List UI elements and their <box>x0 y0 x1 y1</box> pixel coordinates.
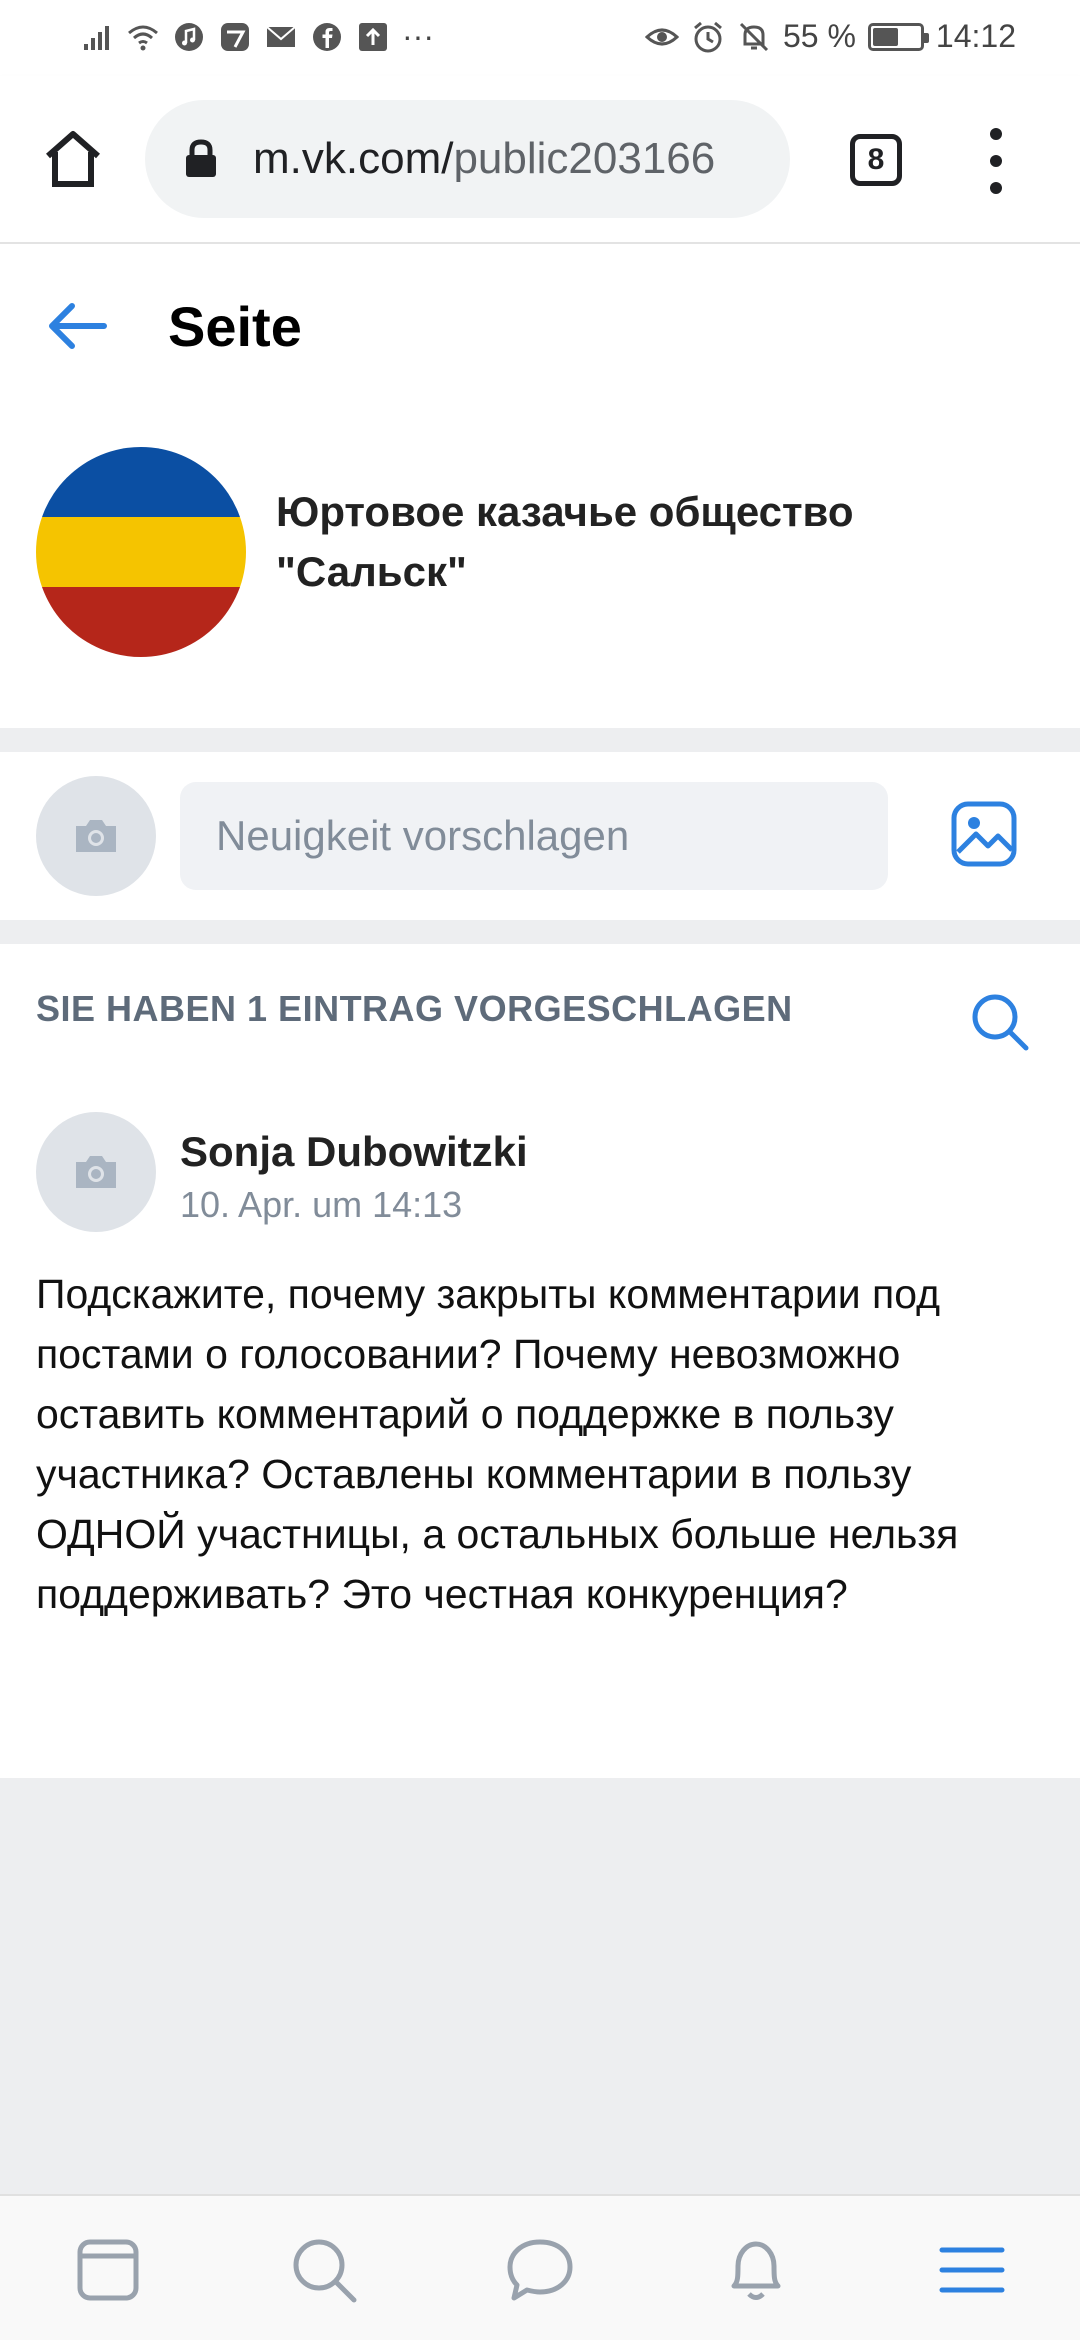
battery-level <box>872 27 899 46</box>
upload-icon <box>356 20 390 54</box>
community-avatar[interactable] <box>36 447 246 657</box>
post-author[interactable]: Sonja Dubowitzki <box>180 1128 528 1176</box>
suggest-news-bar: Neuigkeit vorschlagen <box>0 752 1080 920</box>
app-icon <box>218 20 252 54</box>
status-bar-right: 55 % 14:12 <box>644 18 1016 55</box>
flag-stripe-bottom <box>36 587 246 657</box>
more-vert-icon[interactable] <box>976 128 1016 194</box>
post-header: Sonja Dubowitzki 10. Apr. um 14:13 <box>0 1112 1080 1232</box>
status-bar: ··· 55 % 14:12 <box>0 0 1080 76</box>
clock: 14:12 <box>935 18 1016 54</box>
bottom-nav <box>0 2194 1080 2340</box>
community-name[interactable]: Юртовое казачье общество "Сальск" <box>276 482 996 602</box>
section-divider <box>0 728 1080 752</box>
suggest-news-input[interactable]: Neuigkeit vorschlagen <box>180 782 888 890</box>
browser-toolbar: m.vk.com/public203166 8 <box>0 76 1080 244</box>
status-bar-left: ··· <box>80 18 434 55</box>
section-title: SIE HABEN 1 EINTRAG VORGESCHLAGEN <box>36 988 793 1029</box>
page-title: Seite <box>168 295 302 358</box>
user-avatar[interactable] <box>36 776 156 896</box>
author-avatar[interactable] <box>36 1112 156 1232</box>
more-notifications-indicator: ··· <box>402 18 434 54</box>
url-host: m.vk.com/ <box>253 134 454 183</box>
tab-switcher-button[interactable]: 8 <box>850 134 902 186</box>
mute-icon <box>737 20 771 54</box>
messages-icon[interactable] <box>504 2234 576 2306</box>
url-text: m.vk.com/public203166 <box>253 134 715 184</box>
search-icon[interactable] <box>968 990 1032 1054</box>
suggested-posts-section: SIE HABEN 1 EINTRAG VORGESCHLAGEN Sonja … <box>0 944 1080 1778</box>
community-info: Юртовое казачье общество "Сальск" <box>0 407 1080 728</box>
facebook-icon <box>310 20 344 54</box>
section-divider <box>0 920 1080 944</box>
feed-icon[interactable] <box>72 2234 144 2306</box>
search-nav-icon[interactable] <box>288 2234 360 2306</box>
notifications-icon[interactable] <box>720 2234 792 2306</box>
page-header: Seite <box>0 244 1080 407</box>
post-text: Подскажите, почему закрыты комментарии п… <box>36 1271 959 1617</box>
home-icon[interactable] <box>40 126 106 192</box>
post-date[interactable]: 10. Apr. um 14:13 <box>180 1184 462 1226</box>
image-icon[interactable] <box>950 800 1018 868</box>
camera-icon <box>76 1156 116 1188</box>
url-path: public203166 <box>453 134 716 183</box>
address-bar[interactable]: m.vk.com/public203166 <box>145 100 790 218</box>
music-icon <box>172 20 206 54</box>
mail-icon <box>264 20 298 54</box>
menu-icon[interactable] <box>936 2234 1008 2306</box>
flag-stripe-top <box>36 447 246 517</box>
back-arrow-icon[interactable] <box>44 296 110 356</box>
battery-percent: 55 % <box>782 18 856 54</box>
camera-icon <box>76 820 116 852</box>
alarm-icon <box>691 20 725 54</box>
eye-icon <box>644 20 679 54</box>
wifi-icon <box>126 20 160 54</box>
battery-icon <box>867 22 929 51</box>
flag-stripe-middle <box>36 517 246 587</box>
page-content: Seite Юртовое казачье общество "Сальск" … <box>0 244 1080 1778</box>
signal-icon <box>80 20 114 54</box>
lock-icon <box>186 139 216 177</box>
